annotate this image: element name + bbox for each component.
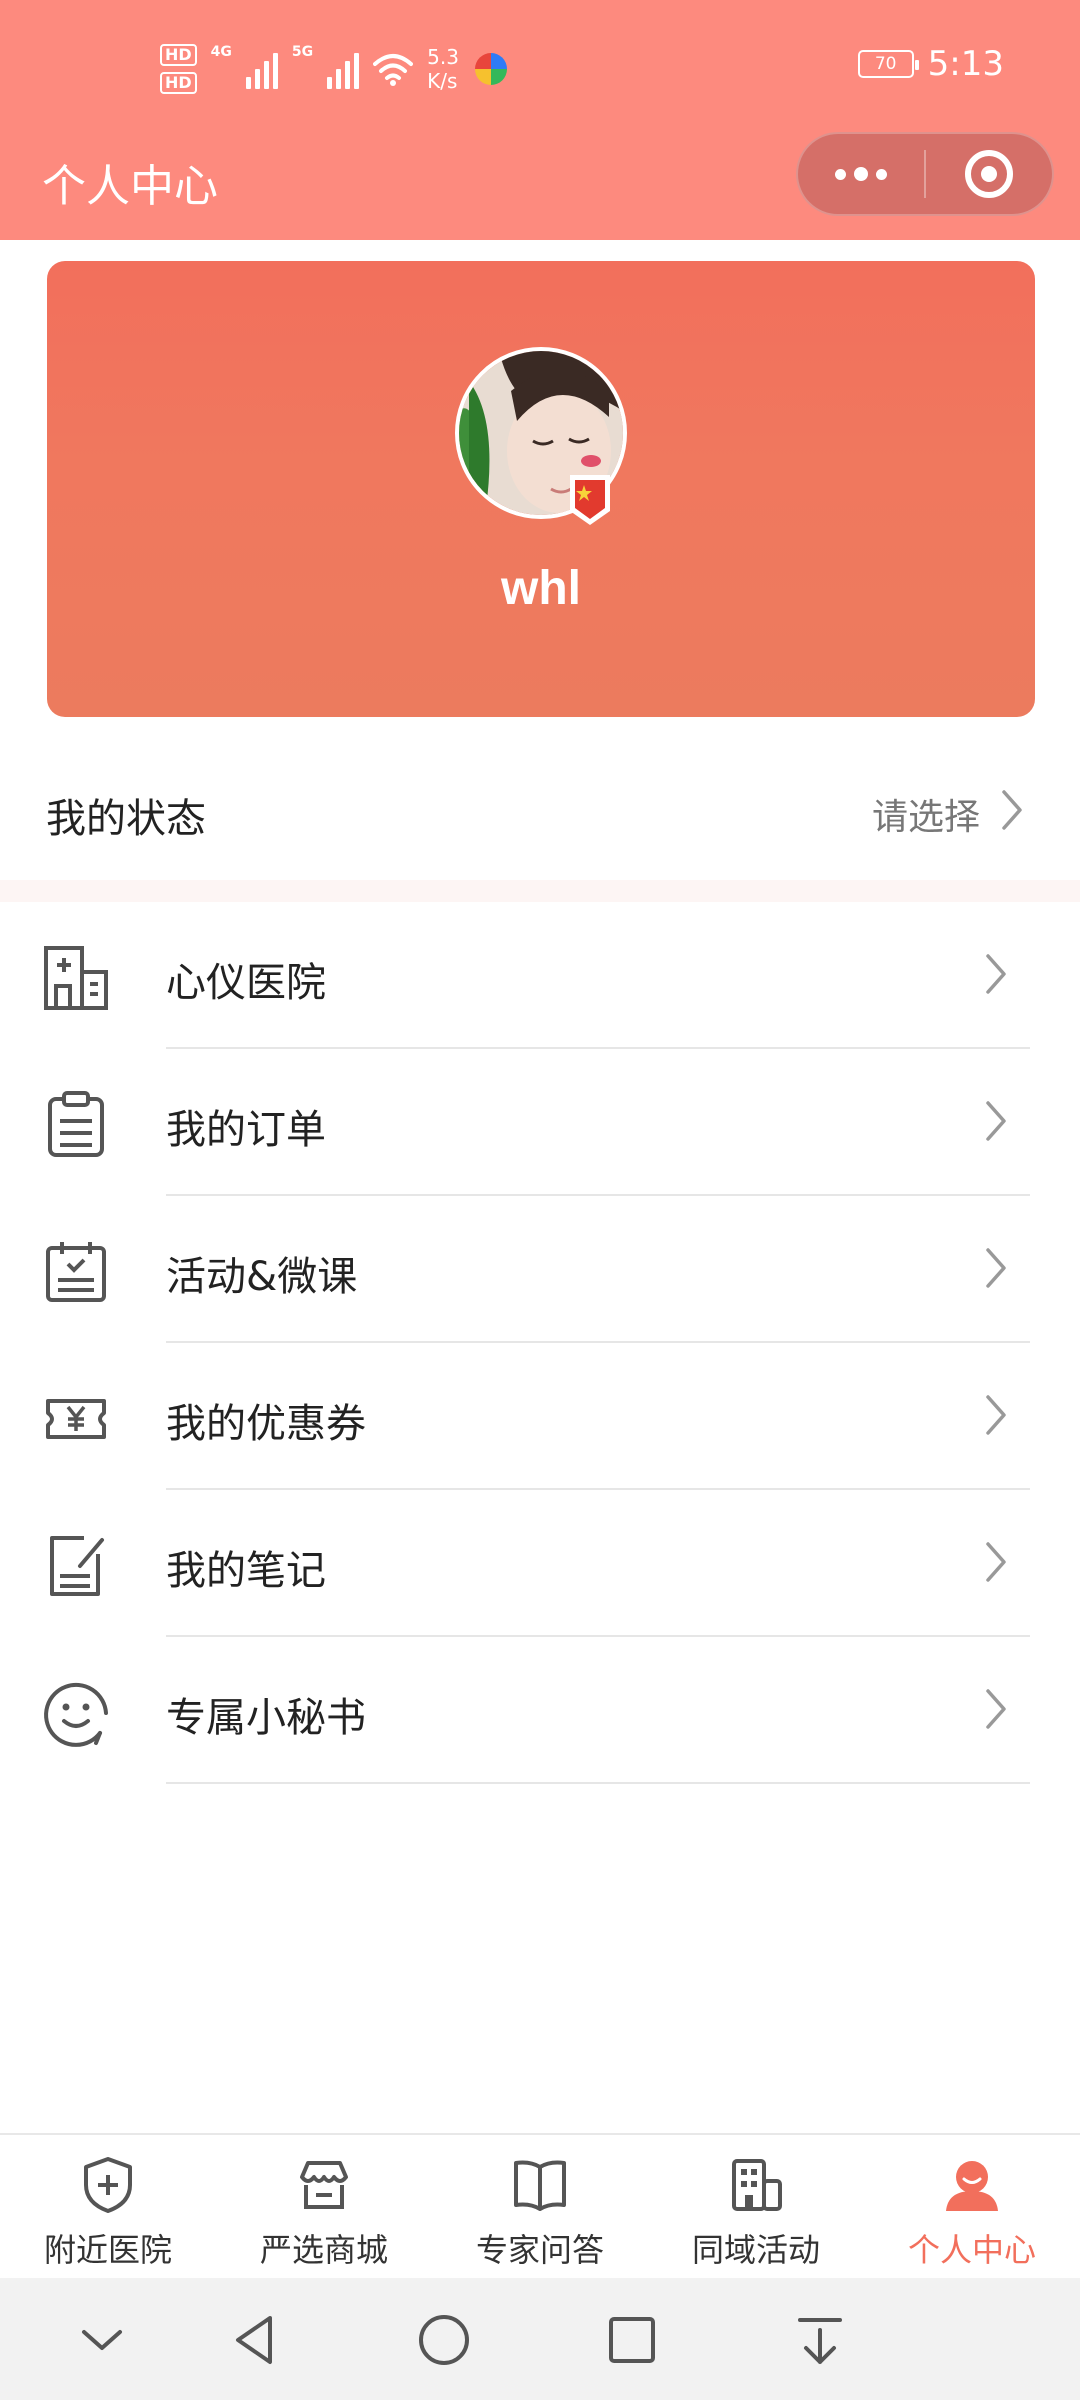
back-icon[interactable] [224,2308,288,2372]
tab-local-activities[interactable]: 同域活动 [648,2135,864,2278]
battery-icon: 70 [857,50,919,78]
menu-item-personal-secretary[interactable]: 专属小秘书 [0,1637,1080,1784]
profile-card: whl [47,261,1035,717]
menu-item-activities-courses[interactable]: 活动&微课 [0,1196,1080,1343]
menu-item-my-notes[interactable]: 我的笔记 [0,1490,1080,1637]
network-type-2: 5G [291,44,314,60]
tab-label: 个人中心 [907,2231,1036,2269]
menu-item-label: 专属小秘书 [166,1695,366,1741]
tab-label: 同域活动 [691,2231,820,2269]
my-status-row[interactable]: 我的状态 请选择 [0,752,1080,872]
menu-item-label: 我的优惠券 [166,1401,366,1447]
speed-unit: K/s [427,69,458,93]
bottom-tab-bar: 附近医院 严选商城 专家问答 同域活动 个人中心 [0,2133,1080,2278]
smiley-icon [44,1682,108,1747]
row-divider [166,1782,1030,1784]
person-icon [946,2161,998,2211]
clipboard-icon [48,1091,104,1157]
chevron-right-icon [1002,790,1022,830]
page-title: 个人中心 [42,161,218,212]
coupon-icon [46,1399,106,1439]
chevron-right-icon [986,1689,1006,1729]
store-icon [300,2161,348,2209]
chevron-right-icon [986,1542,1006,1582]
tab-label: 附近医院 [43,2231,172,2269]
chevron-right-icon [986,954,1006,994]
target-icon [964,150,1013,198]
wifi-icon [373,54,414,86]
tab-expert-qa[interactable]: 专家问答 [432,2135,648,2278]
building-icon [732,2159,782,2211]
recents-icon[interactable] [600,2308,664,2372]
status-label: 我的状态 [46,796,206,842]
menu-item-label: 心仪医院 [166,960,326,1006]
title-bar: 个人中心 [0,130,1080,240]
chevron-right-icon [986,1248,1006,1288]
status-indicators: HD HD 4G 5G 5.3 K/s [160,38,509,100]
dot-icon [854,167,868,181]
section-divider [0,880,1080,902]
clock: 5:13 [927,44,1004,84]
tab-label: 严选商城 [259,2231,388,2269]
hd-badge-2: HD [160,72,197,94]
menu-item-label: 我的笔记 [166,1548,326,1594]
speed-value: 5.3 [427,45,459,69]
status-right: 70 5:13 [857,44,1004,84]
menu-item-favorite-hospital[interactable]: 心仪医院 [0,902,1080,1049]
username: whl [501,562,581,615]
system-navigation-bar [0,2278,1080,2400]
signal-icon-1 [245,49,278,89]
menu-item-my-orders[interactable]: 我的订单 [0,1049,1080,1196]
status-value: 请选择 [871,797,980,838]
mini-program-capsule [796,132,1054,216]
network-speed: 5.3 K/s [427,45,459,93]
calendar-check-icon [46,1242,106,1302]
dot-icon [835,168,846,180]
pull-down-icon[interactable] [788,2308,852,2372]
flag-badge-icon [570,475,610,525]
app-notification-icon [474,53,507,85]
app-header: HD HD 4G 5G 5.3 K/s 70 5:13 个人中心 [0,0,1080,240]
menu-item-my-coupons[interactable]: 我的优惠券 [0,1343,1080,1490]
shield-plus-icon [84,2157,132,2213]
chevron-down-icon[interactable] [70,2308,134,2372]
chevron-right-icon [986,1395,1006,1435]
chevron-right-icon [986,1101,1006,1141]
tab-personal-center[interactable]: 个人中心 [864,2135,1080,2278]
network-type-1: 4G [210,44,232,60]
signal-icon-2 [327,49,360,89]
tab-nearby-hospitals[interactable]: 附近医院 [0,2135,216,2278]
tab-selected-mall[interactable]: 严选商城 [216,2135,432,2278]
book-icon [514,2160,566,2211]
battery-level: 70 [874,54,897,74]
more-options-button[interactable] [798,134,924,214]
home-icon[interactable] [412,2308,476,2372]
status-bar: HD HD 4G 5G 5.3 K/s 70 5:13 [0,0,1080,130]
dot-icon [876,168,887,180]
menu-list: 心仪医院 我的订单 活动&微课 我的优惠券 我的笔记 专属小秘书 [0,902,1080,1784]
hd-badge-1: HD [160,44,197,66]
menu-item-label: 我的订单 [166,1107,326,1153]
menu-item-label: 活动&微课 [166,1254,358,1300]
tab-label: 专家问答 [475,2231,604,2269]
note-edit-icon [50,1536,104,1596]
hd-badges: HD HD [160,44,197,94]
hospital-icon [44,946,108,1010]
close-mini-program-button[interactable] [926,134,1052,214]
